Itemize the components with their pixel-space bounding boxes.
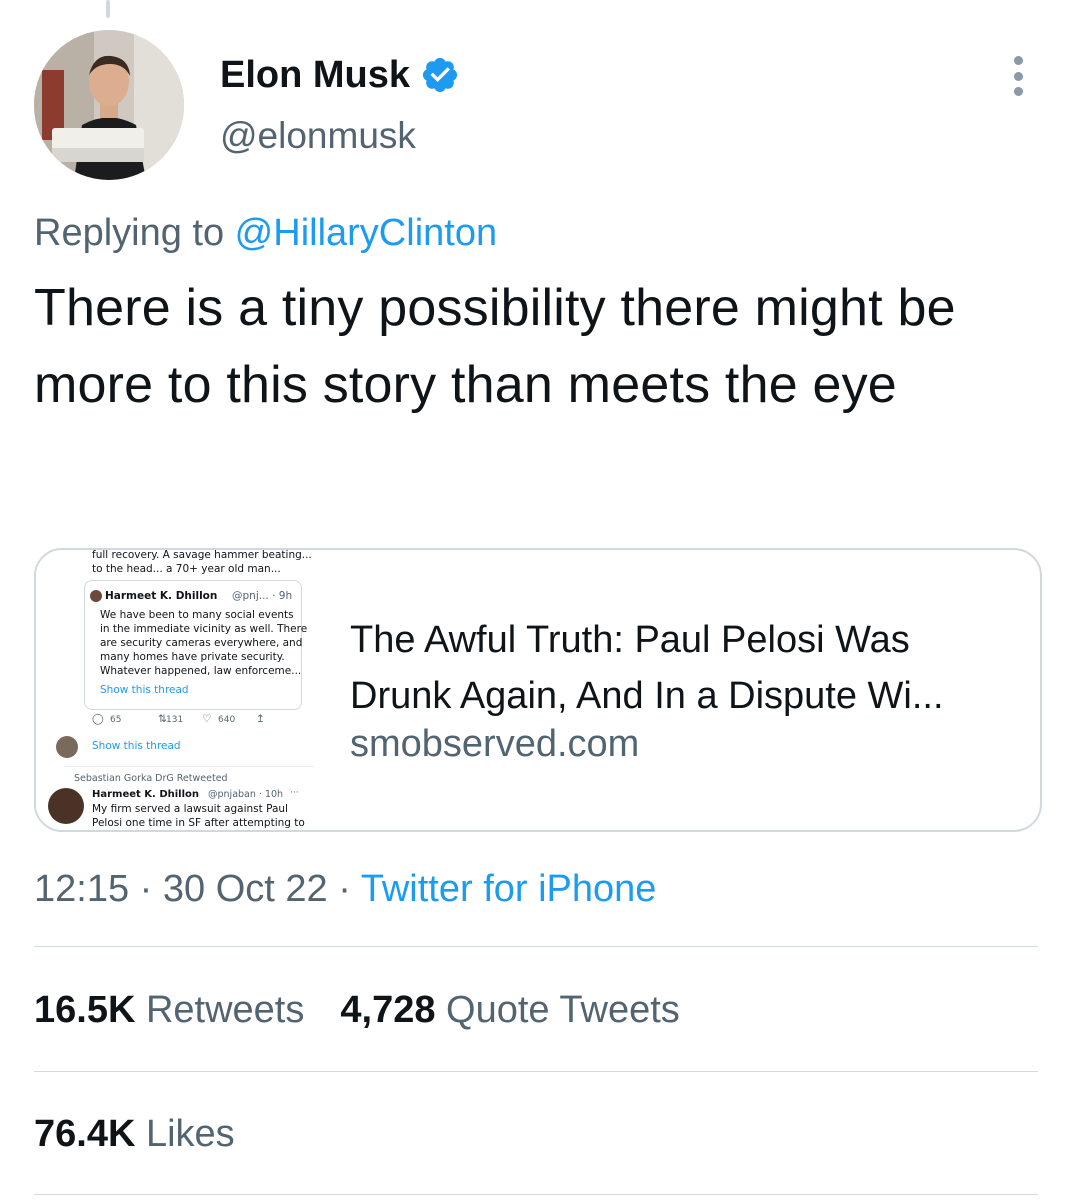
likes-count: 76.4K: [34, 1113, 136, 1155]
thumb-quote-avatar: [90, 590, 102, 602]
thumb-rt-name: Harmeet K. Dhillon: [92, 789, 200, 800]
link-preview-card[interactable]: full recovery. A savage hammer beating..…: [34, 548, 1042, 832]
thumb-text: We have been to many social events: [100, 609, 294, 621]
thumb-like-count: 640: [218, 715, 236, 725]
thumb-text: are security cameras everywhere, and: [100, 637, 303, 649]
card-domain: smobserved.com: [350, 723, 640, 765]
thumb-show-thread: Show this thread: [92, 740, 181, 752]
thumb-divider: [64, 766, 314, 767]
likes-label: Likes: [135, 1113, 235, 1155]
thumb-text: many homes have private security.: [100, 651, 285, 663]
thumb-reply-count: 65: [110, 715, 122, 725]
more-dot: [1013, 71, 1023, 81]
verified-badge-icon: [422, 57, 458, 93]
card-thumbnail: full recovery. A savage hammer beating..…: [36, 550, 314, 830]
stats-row-likes: 76.4K Likes: [34, 1111, 235, 1157]
thumb-rt-more: ···: [290, 788, 299, 798]
tweet-meta: 12:15 · 30 Oct 22 · Twitter for iPhone: [34, 866, 656, 912]
divider: [34, 1071, 1038, 1072]
reply-prefix: Replying to: [34, 212, 235, 254]
thumb-text: in the immediate vicinity as well. There: [100, 623, 308, 635]
thumb-share-icon: ↥: [256, 713, 265, 725]
thumb-quote-name: Harmeet K. Dhillon: [105, 590, 218, 602]
thumb-retweeted-by: Sebastian Gorka DrG Retweeted: [74, 773, 228, 784]
author-handle[interactable]: @elonmusk: [220, 114, 416, 158]
reply-context: Replying to @HillaryClinton: [34, 210, 497, 256]
thumb-text: Pelosi one time in SF after attempting t…: [92, 817, 305, 829]
author-name[interactable]: Elon Musk: [220, 52, 460, 98]
thread-connector-line: [106, 0, 110, 18]
thumb-reply-icon: ◯: [92, 713, 104, 725]
author-name-text: Elon Musk: [220, 54, 411, 96]
thumb-like-icon: ♡: [202, 713, 212, 725]
card-title: The Awful Truth: Paul Pelosi Was Drunk A…: [350, 619, 944, 717]
thumb-avatar: [56, 736, 78, 758]
retweets-count: 16.5K: [34, 989, 136, 1031]
thumb-rt-handle: @pnjaban · 10h: [208, 789, 284, 800]
stats-row-shares: 16.5K Retweets 4,728 Quote Tweets: [34, 987, 680, 1033]
quote-tweets-stat[interactable]: 4,728 Quote Tweets: [340, 987, 679, 1033]
tweet-source-link[interactable]: Twitter for iPhone: [361, 868, 657, 910]
thumb-quote-handle: @pnj... · 9h: [232, 590, 293, 602]
thumb-text: Whatever happened, law enforceme...: [100, 665, 302, 677]
avatar-image: [34, 30, 184, 180]
thumb-show-thread: Show this thread: [100, 684, 189, 696]
likes-stat[interactable]: 76.4K Likes: [34, 1111, 235, 1157]
divider: [34, 946, 1038, 947]
thumb-text: to the head... a 70+ year old man...: [92, 563, 281, 575]
avatar[interactable]: [34, 30, 184, 180]
thumb-text: full recovery. A savage hammer beating..…: [92, 550, 312, 561]
retweets-stat[interactable]: 16.5K Retweets: [34, 987, 304, 1033]
more-dot: [1013, 87, 1023, 96]
thumb-retweet-count: 131: [166, 715, 184, 725]
tweet-text: There is a tiny possibility there might …: [34, 279, 956, 414]
retweets-label: Retweets: [135, 989, 305, 1031]
meta-separator: ·: [129, 868, 163, 910]
tweet-date[interactable]: 30 Oct 22: [163, 868, 328, 910]
more-options-icon[interactable]: [1008, 56, 1028, 96]
quote-tweets-label: Quote Tweets: [435, 989, 680, 1031]
more-dot: [1013, 56, 1023, 65]
divider: [34, 1194, 1038, 1195]
thumb-rt-avatar: [48, 788, 84, 824]
replying-to-user-link[interactable]: @HillaryClinton: [235, 212, 497, 254]
meta-separator: ·: [327, 868, 361, 910]
tweet-time[interactable]: 12:15: [34, 868, 129, 910]
thumb-text: My firm served a lawsuit against Paul: [92, 803, 288, 815]
quote-tweets-count: 4,728: [340, 989, 436, 1031]
